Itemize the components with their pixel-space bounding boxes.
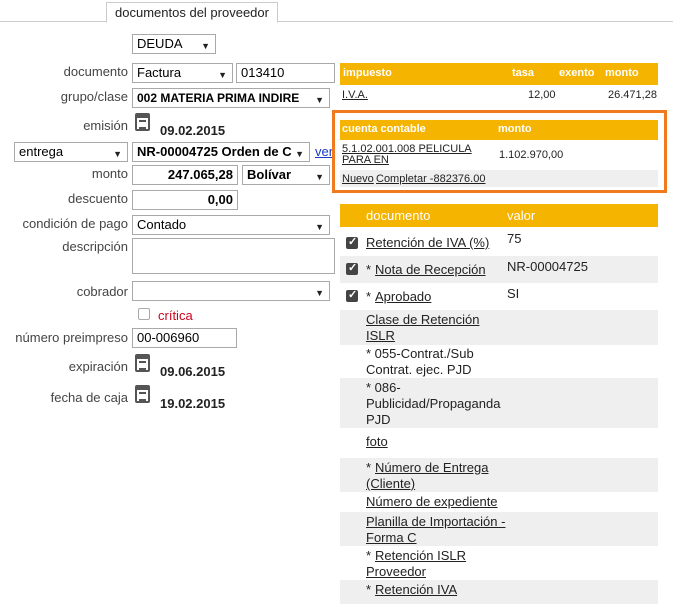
row-checkbox[interactable] bbox=[346, 235, 358, 249]
account-monto-value: 1.102.970,00 bbox=[499, 149, 564, 161]
preimpreso-input[interactable]: 00-006960 bbox=[132, 328, 237, 348]
doc-label-link[interactable]: Retención IVA bbox=[375, 582, 457, 598]
monto-input[interactable]: 247.065,28 bbox=[132, 165, 238, 185]
doc-value: NR-00004725 bbox=[507, 259, 588, 274]
doc-row: Planilla de Importación -Forma C bbox=[340, 512, 658, 546]
entrega-select[interactable]: entrega bbox=[14, 142, 128, 162]
critica-checkbox[interactable] bbox=[138, 308, 150, 320]
cobrador-label: cobrador bbox=[76, 284, 128, 299]
ver-link[interactable]: ver bbox=[315, 144, 333, 159]
required-mark: * bbox=[366, 262, 372, 277]
doc-label: * 086-Publicidad/Propaganda PJD bbox=[366, 380, 501, 427]
doc-label-link[interactable]: Planilla de Importación -Forma C bbox=[366, 514, 506, 546]
doc-label-link[interactable]: Retención de IVA (%) bbox=[366, 235, 489, 251]
caja-date: 19.02.2015 bbox=[160, 396, 226, 411]
expiracion-date: 09.06.2015 bbox=[160, 364, 226, 379]
required-mark: * bbox=[366, 582, 372, 597]
doc-row: * Retención IVA bbox=[340, 580, 658, 604]
doc-row: * 086-Publicidad/Propaganda PJD bbox=[340, 378, 658, 428]
account-monto-header: monto bbox=[498, 123, 532, 135]
tasa-value: 12,00 bbox=[528, 89, 556, 101]
document-kind-select[interactable]: DEUDA bbox=[132, 34, 216, 54]
condicion-select[interactable]: Contado bbox=[132, 215, 330, 235]
tab-bar: documentos del proveedor bbox=[0, 0, 673, 23]
descuento-input[interactable]: 0,00 bbox=[132, 190, 238, 210]
doc-row: * Retención ISLR Proveedor bbox=[340, 546, 658, 580]
documento-header: documento bbox=[366, 208, 431, 223]
caja-label: fecha de caja bbox=[50, 390, 128, 405]
doc-row: foto bbox=[340, 428, 658, 458]
doc-row: * 055-Contrat./Sub Contrat. ejec. PJD bbox=[340, 345, 658, 378]
doc-label-link[interactable]: Número de expediente bbox=[366, 494, 516, 510]
impuesto-header: impuesto bbox=[343, 67, 392, 79]
exento-header: exento bbox=[559, 67, 595, 79]
account-table-header: cuenta contable monto bbox=[340, 120, 658, 140]
row-checkbox[interactable] bbox=[346, 288, 358, 302]
currency-select[interactable]: Bolívar bbox=[242, 165, 330, 185]
documento-label: documento bbox=[63, 64, 128, 79]
calendar-icon[interactable] bbox=[135, 113, 150, 131]
doc-value: 75 bbox=[507, 231, 522, 246]
tax-table-header: impuesto tasa exento monto bbox=[340, 63, 658, 85]
required-mark: * bbox=[366, 289, 372, 304]
tax-monto-value: 26.471,28 bbox=[608, 89, 657, 101]
calendar-icon[interactable] bbox=[135, 354, 150, 372]
preimpreso-label: número preimpreso bbox=[15, 330, 128, 345]
cuenta-link[interactable]: 5.1.02.001.008 PELICULA PARA EN bbox=[342, 144, 482, 166]
completar-link[interactable]: Completar -882376.00 bbox=[376, 173, 485, 185]
account-actions-row: Nuevo Completar -882376.00 bbox=[340, 170, 658, 187]
iva-link[interactable]: I.V.A. bbox=[342, 89, 368, 101]
tab-documentos-proveedor[interactable]: documentos del proveedor bbox=[106, 2, 278, 23]
grupo-label: grupo/clase bbox=[60, 89, 128, 104]
critica-label: crítica bbox=[158, 308, 193, 323]
doc-label: * 055-Contrat./Sub Contrat. ejec. PJD bbox=[366, 346, 474, 377]
cuenta-header: cuenta contable bbox=[342, 123, 426, 135]
doc-row: Retención de IVA (%) 75 bbox=[340, 229, 658, 256]
doc-value: SI bbox=[507, 286, 520, 301]
doc-label-link[interactable]: foto bbox=[366, 434, 388, 450]
doc-row: Número de expediente bbox=[340, 492, 658, 512]
calendar-icon[interactable] bbox=[135, 385, 150, 403]
doc-table-header: documento valor bbox=[340, 204, 658, 227]
documento-number-input[interactable]: 013410 bbox=[236, 63, 335, 83]
monto-header: monto bbox=[605, 67, 639, 79]
tasa-header: tasa bbox=[512, 67, 535, 79]
grupo-select[interactable]: 002 MATERIA PRIMA INDIRE bbox=[132, 88, 330, 108]
entrega-value-select[interactable]: NR-00004725 Orden de C bbox=[132, 142, 310, 162]
documento-type-select[interactable]: Factura bbox=[132, 63, 233, 83]
descripcion-label: descripción bbox=[62, 239, 128, 254]
doc-label-link[interactable]: Clase de Retención ISLR bbox=[366, 312, 506, 344]
emision-label: emisión bbox=[83, 118, 128, 133]
row-checkbox[interactable] bbox=[346, 261, 358, 275]
doc-row: * Número de Entrega (Cliente) bbox=[340, 458, 658, 492]
doc-label-link[interactable]: Aprobado bbox=[375, 289, 431, 305]
monto-label: monto bbox=[91, 166, 128, 181]
descripcion-textarea[interactable] bbox=[132, 238, 335, 274]
descuento-label: descuento bbox=[68, 191, 128, 206]
valor-header: valor bbox=[507, 208, 536, 223]
condicion-label: condición de pago bbox=[22, 216, 128, 231]
emision-date: 09.02.2015 bbox=[160, 123, 226, 138]
doc-row: * Nota de Recepción NR-00004725 bbox=[340, 256, 658, 283]
doc-label-link[interactable]: Nota de Recepción bbox=[375, 262, 486, 278]
doc-row: * Aprobado SI bbox=[340, 283, 658, 310]
doc-label-link[interactable]: Retención ISLR Proveedor bbox=[366, 548, 506, 580]
cobrador-select[interactable] bbox=[132, 281, 330, 301]
expiracion-label: expiración bbox=[68, 359, 128, 374]
nuevo-link[interactable]: Nuevo bbox=[342, 173, 374, 185]
doc-row: Clase de Retención ISLR bbox=[340, 310, 658, 345]
doc-label-link[interactable]: Número de Entrega (Cliente) bbox=[366, 460, 506, 492]
